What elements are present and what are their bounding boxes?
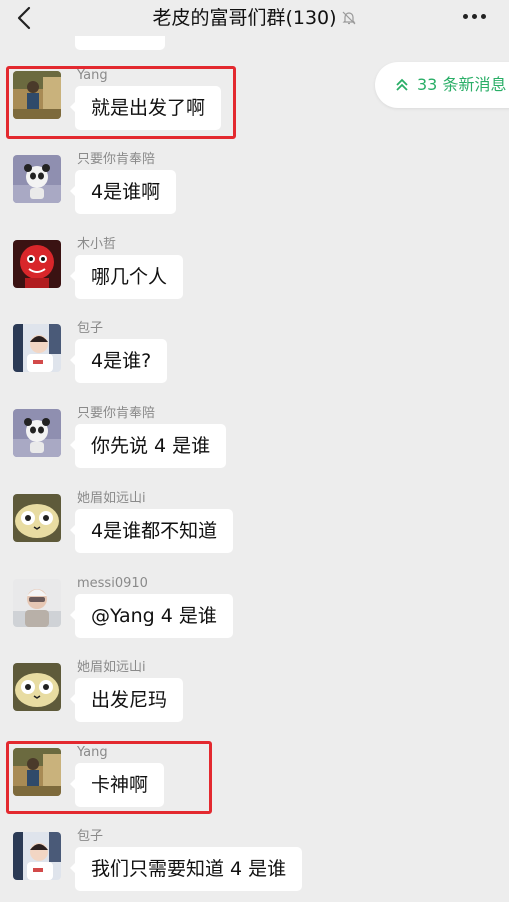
previous-message-bubble-fragment [75,36,165,50]
message-bubble[interactable]: 你先说 4 是谁 [69,424,227,468]
sender-name: 包子 [77,321,104,336]
message-bubble[interactable]: 4是谁? [69,339,168,383]
message-bubble[interactable]: 出发尼玛 [69,678,184,722]
red-costume-avatar[interactable] [13,240,61,288]
baozi-avatar[interactable] [13,832,61,880]
more-options-icon[interactable] [463,14,487,20]
message-bubble[interactable]: @Yang 4 是谁 [70,594,233,638]
sender-name: 她眉如远山i [77,660,146,675]
sender-name: messi0910 [77,576,148,591]
message-bubble[interactable]: 我们只需要知道 4 是谁 [69,847,303,891]
highlight-box [6,741,212,814]
messi-avatar[interactable] [13,579,61,627]
cat-avatar[interactable] [13,663,61,711]
baozi-avatar[interactable] [13,324,61,372]
sender-name: 木小哲 [77,237,117,252]
sender-name: 包子 [77,829,104,844]
cat-avatar[interactable] [13,494,61,542]
sender-name: 只要你肯奉陪 [77,152,156,167]
new-messages-button[interactable]: 33 条新消息 [375,62,509,108]
panda-avatar[interactable] [13,409,61,457]
sender-name: 她眉如远山i [77,491,146,506]
message-bubble[interactable]: 4是谁都不知道 [69,509,234,553]
sender-name: 只要你肯奉陪 [77,406,156,421]
chat-title: 老皮的富哥们群(130) [0,7,509,29]
highlight-box [6,66,236,139]
chat-title-text: 老皮的富哥们群(130) [152,7,337,29]
message-bubble[interactable]: 哪几个人 [69,255,184,299]
chat-header: 老皮的富哥们群(130) [0,0,509,36]
mute-bell-icon [342,11,355,25]
panda-avatar[interactable] [13,155,61,203]
new-messages-label: 33 条新消息 [417,75,507,94]
message-bubble[interactable]: 4是谁啊 [69,170,177,214]
double-chevron-up-icon [396,78,408,91]
